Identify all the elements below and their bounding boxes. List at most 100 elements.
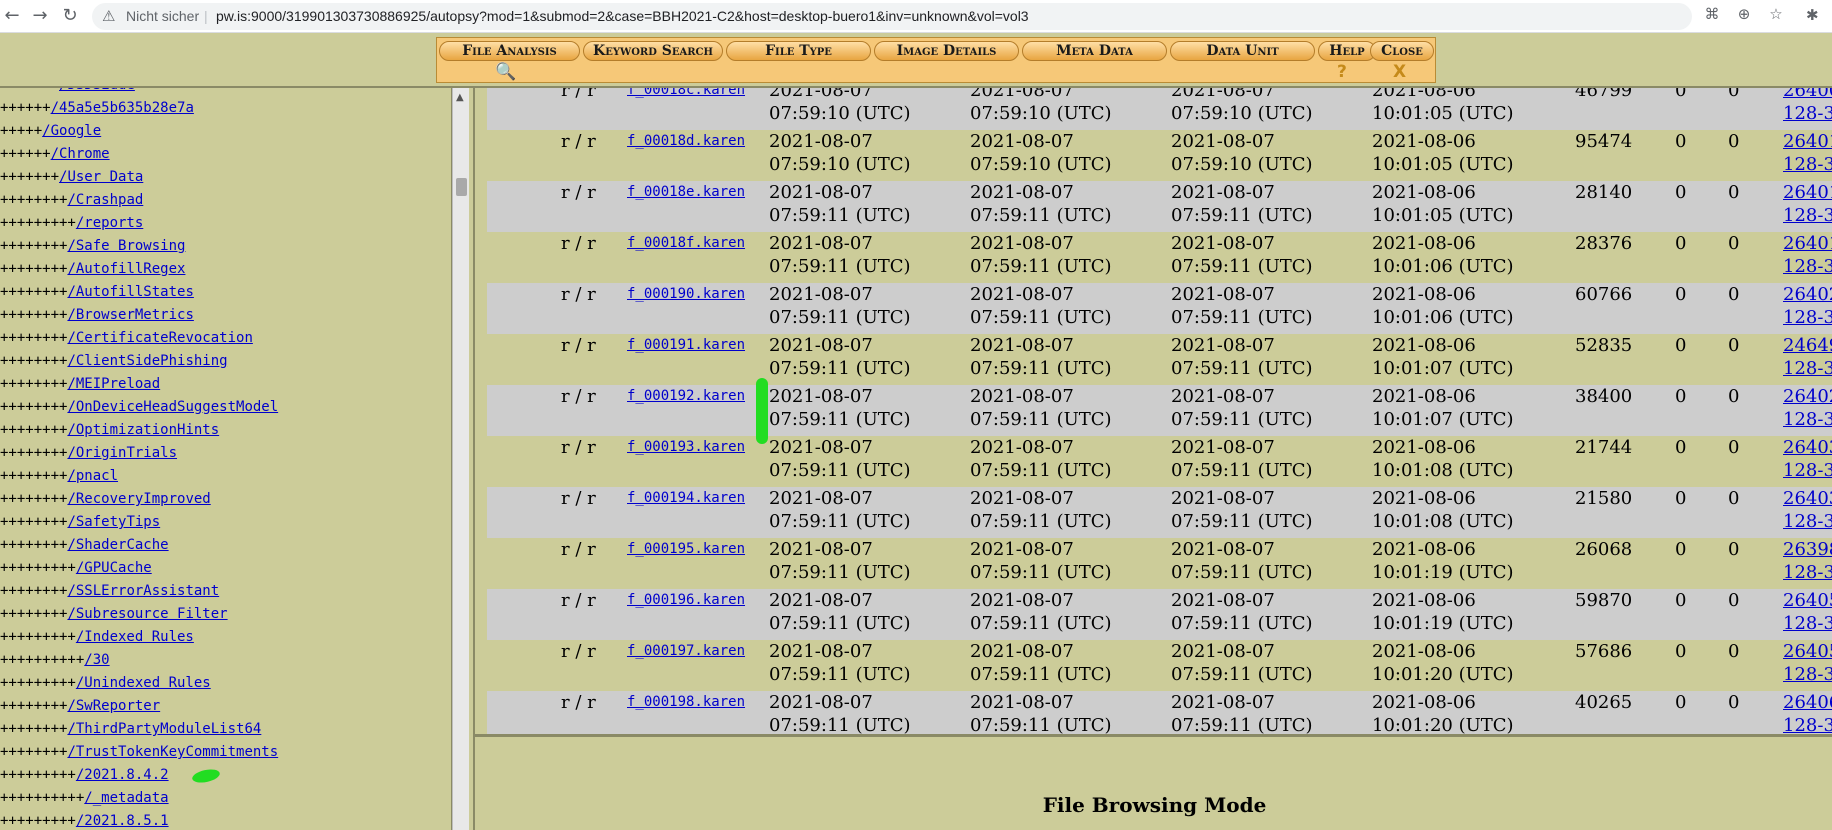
file-name-link[interactable]: f_00018c.karen bbox=[627, 88, 745, 101]
tree-link[interactable]: /MEIPreload bbox=[67, 376, 160, 392]
meta-link-line[interactable]: 128-3 bbox=[1783, 612, 1832, 635]
tree-link[interactable]: /Unindexed Rules bbox=[76, 675, 211, 691]
help-icon[interactable]: ? bbox=[1337, 63, 1347, 81]
warning-icon[interactable]: ⚠ bbox=[102, 7, 120, 25]
file-name-link[interactable]: f_000195.karen bbox=[627, 538, 745, 560]
scroll-up-icon[interactable]: ▲ bbox=[456, 92, 464, 103]
meta-link-line[interactable]: 26401 bbox=[1783, 130, 1832, 153]
tree-link[interactable]: /OriginTrials bbox=[67, 445, 177, 461]
menu-file-type[interactable]: File Type bbox=[726, 41, 871, 61]
meta-link-line[interactable]: 128-3 bbox=[1783, 255, 1832, 278]
tree-link[interactable]: /AutofillStates bbox=[67, 284, 193, 300]
meta-link[interactable]: 26402128-3 bbox=[1783, 385, 1832, 431]
menu-keyword-search[interactable]: Keyword Search bbox=[583, 41, 723, 61]
meta-link-line[interactable]: 26402 bbox=[1783, 283, 1832, 306]
meta-link[interactable]: 26402128-3 bbox=[1783, 283, 1832, 329]
magnifier-icon[interactable]: 🔍 bbox=[495, 63, 516, 81]
menu-data-unit[interactable]: Data Unit bbox=[1170, 41, 1315, 61]
meta-link-line[interactable]: 26401 bbox=[1783, 181, 1832, 204]
tree-link[interactable]: /User Data bbox=[59, 169, 143, 185]
meta-link-line[interactable]: 128-3 bbox=[1783, 510, 1832, 533]
meta-link-line[interactable]: 26400 bbox=[1783, 88, 1832, 102]
file-name-link[interactable]: f_00018d.karen bbox=[627, 130, 745, 152]
meta-link-line[interactable]: 128-3 bbox=[1783, 561, 1832, 584]
reload-icon[interactable]: ↻ bbox=[58, 4, 82, 28]
meta-link-line[interactable]: 26398 bbox=[1783, 538, 1832, 561]
file-name-link[interactable]: f_000192.karen bbox=[627, 385, 745, 407]
tree-link[interactable]: /AutofillRegex bbox=[67, 261, 185, 277]
meta-link[interactable]: 24649128-3 bbox=[1783, 334, 1832, 380]
tree-link[interactable]: /2021.8.5.1 bbox=[76, 813, 169, 829]
back-arrow-icon[interactable]: ← bbox=[0, 4, 24, 28]
file-name-link[interactable]: f_000191.karen bbox=[627, 334, 745, 356]
tree-link[interactable]: /Safe Browsing bbox=[67, 238, 185, 254]
tree-link[interactable]: /DSDSEdde bbox=[59, 88, 135, 93]
tree-link[interactable]: /CertificateRevocation bbox=[67, 330, 252, 346]
tree-link[interactable]: /SwReporter bbox=[67, 698, 160, 714]
meta-link-line[interactable]: 128-3 bbox=[1783, 408, 1832, 431]
menu-help[interactable]: Help bbox=[1318, 41, 1376, 61]
tree-link[interactable]: /Subresource Filter bbox=[67, 606, 227, 622]
star-icon[interactable]: ☆ bbox=[1766, 4, 1786, 24]
tree-link[interactable]: /ShaderCache bbox=[67, 537, 168, 553]
meta-link-line[interactable]: 128-3 bbox=[1783, 204, 1832, 227]
meta-link[interactable]: 26398128-3 bbox=[1783, 538, 1832, 584]
meta-link-line[interactable]: 26405 bbox=[1783, 589, 1832, 612]
meta-link-line[interactable]: 26406 bbox=[1783, 691, 1832, 714]
tree-link[interactable]: /RecoveryImproved bbox=[67, 491, 210, 507]
meta-link-line[interactable]: 128-3 bbox=[1783, 663, 1832, 686]
meta-link[interactable]: 26401128-3 bbox=[1783, 130, 1832, 176]
tree-link[interactable]: /Google bbox=[42, 123, 101, 139]
meta-link-line[interactable]: 26405 bbox=[1783, 640, 1832, 663]
file-name-link[interactable]: f_000193.karen bbox=[627, 436, 745, 458]
meta-link[interactable]: 26406128-3 bbox=[1783, 691, 1832, 734]
zoom-icon[interactable]: ⊕ bbox=[1734, 4, 1754, 24]
menu-meta-data[interactable]: Meta Data bbox=[1022, 41, 1167, 61]
meta-link-line[interactable]: 26401 bbox=[1783, 232, 1832, 255]
meta-link-line[interactable]: 128-3 bbox=[1783, 459, 1832, 482]
tree-link[interactable]: /OnDeviceHeadSuggestModel bbox=[67, 399, 278, 415]
tree-link[interactable]: /ThirdPartyModuleList64 bbox=[67, 721, 261, 737]
tree-link[interactable]: /Crashpad bbox=[67, 192, 143, 208]
meta-link-line[interactable]: 128-3 bbox=[1783, 306, 1832, 329]
file-name-link[interactable]: f_00018e.karen bbox=[627, 181, 745, 203]
security-label[interactable]: Nicht sicher bbox=[126, 8, 199, 24]
tree-link[interactable]: /ClientSidePhishing bbox=[67, 353, 227, 369]
meta-link-line[interactable]: 26402 bbox=[1783, 385, 1832, 408]
meta-link-line[interactable]: 128-3 bbox=[1783, 102, 1832, 125]
meta-link-line[interactable]: 128-3 bbox=[1783, 714, 1832, 734]
menu-image-details[interactable]: Image Details bbox=[874, 41, 1019, 61]
file-name-link[interactable]: f_000194.karen bbox=[627, 487, 745, 509]
tree-link[interactable]: /45a5e5b635b28e7a bbox=[51, 100, 194, 116]
tree-link[interactable]: /TrustTokenKeyCommitments bbox=[67, 744, 278, 760]
tree-link[interactable]: /2021.8.4.2 bbox=[76, 767, 169, 783]
translate-icon[interactable]: ⌘ bbox=[1702, 4, 1722, 24]
address-bar[interactable]: ⚠ Nicht sicher | pw.is:9000/319901303730… bbox=[92, 3, 1692, 30]
tree-link[interactable]: /Indexed Rules bbox=[76, 629, 194, 645]
tree-link[interactable]: /OptimizationHints bbox=[67, 422, 219, 438]
url-text[interactable]: pw.is:9000/319901303730886925/autopsy?mo… bbox=[216, 8, 1029, 24]
meta-link-line[interactable]: 128-3 bbox=[1783, 153, 1832, 176]
tree-link[interactable]: /GPUCache bbox=[76, 560, 152, 576]
meta-link-line[interactable]: 26403 bbox=[1783, 436, 1832, 459]
tree-link[interactable]: /pnacl bbox=[67, 468, 118, 484]
tree-link[interactable]: /SSLErrorAssistant bbox=[67, 583, 219, 599]
meta-link[interactable]: 26403128-3 bbox=[1783, 436, 1832, 482]
meta-link-line[interactable]: 128-3 bbox=[1783, 357, 1832, 380]
meta-link-line[interactable]: 24649 bbox=[1783, 334, 1832, 357]
file-name-link[interactable]: f_000198.karen bbox=[627, 691, 745, 713]
meta-link-line[interactable]: 26403 bbox=[1783, 487, 1832, 510]
menu-file-analysis[interactable]: File Analysis bbox=[439, 41, 580, 61]
meta-link[interactable]: 26405128-3 bbox=[1783, 640, 1832, 686]
forward-arrow-icon[interactable]: → bbox=[28, 4, 52, 28]
extensions-icon[interactable]: ✱ bbox=[1806, 6, 1826, 26]
file-name-link[interactable]: f_000197.karen bbox=[627, 640, 745, 662]
meta-link[interactable]: 26400128-3 bbox=[1783, 88, 1832, 125]
tree-scrollbar[interactable]: ▲ bbox=[452, 88, 469, 830]
tree-link[interactable]: /30 bbox=[84, 652, 109, 668]
file-name-link[interactable]: f_000196.karen bbox=[627, 589, 745, 611]
close-icon[interactable]: X bbox=[1393, 63, 1406, 81]
file-name-link[interactable]: f_000190.karen bbox=[627, 283, 745, 305]
tree-link[interactable]: /Chrome bbox=[51, 146, 110, 162]
meta-link[interactable]: 26405128-3 bbox=[1783, 589, 1832, 635]
